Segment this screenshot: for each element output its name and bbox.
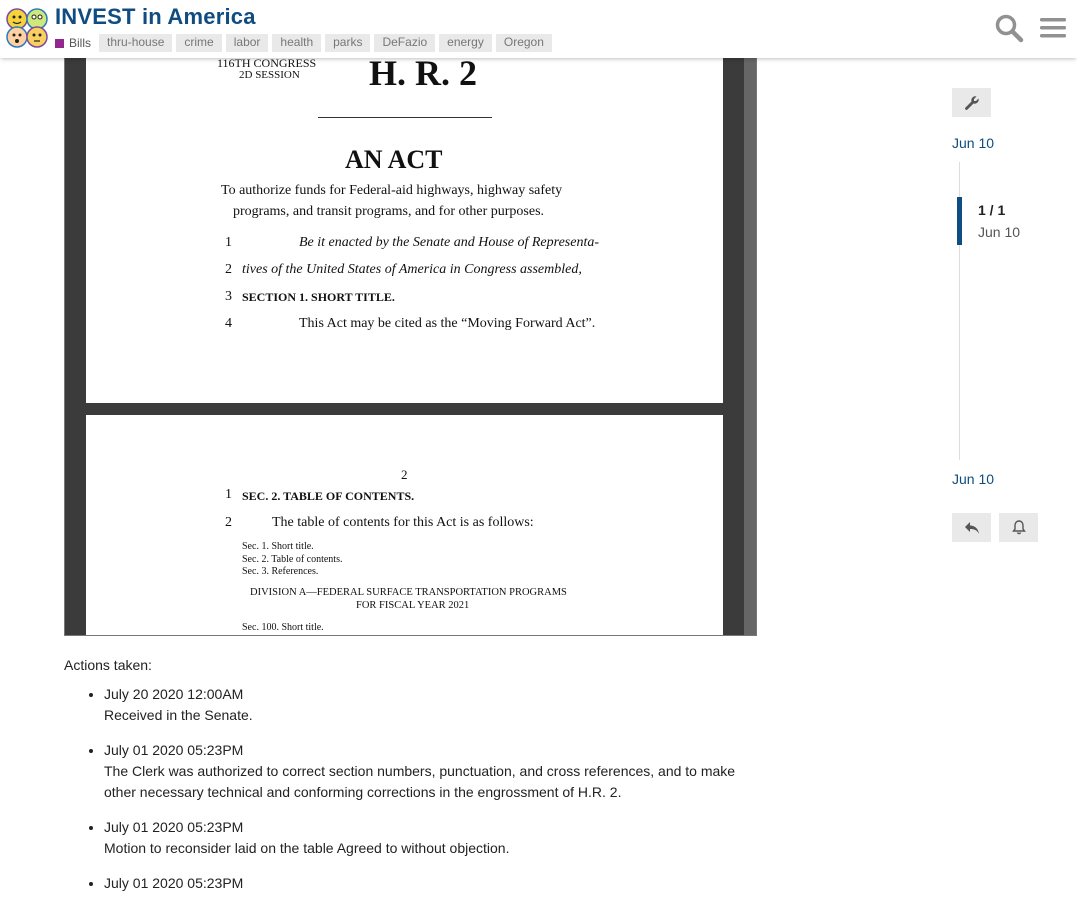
- category-color-icon: [55, 38, 64, 48]
- tag[interactable]: DeFazio: [374, 34, 436, 52]
- purpose-line: To authorize funds for Federal-aid highw…: [221, 183, 563, 198]
- timeline-position-date: Jun 10: [978, 224, 1021, 240]
- line-number: 1: [225, 487, 232, 502]
- actions-list: July 20 2020 12:00AM Received in the Sen…: [64, 684, 764, 894]
- page-number: 2: [401, 467, 408, 482]
- wrench-icon: [964, 95, 979, 110]
- line-number: 4: [225, 316, 232, 331]
- tag[interactable]: health: [272, 34, 322, 52]
- timeline-position: 1 / 1: [978, 202, 1006, 218]
- site-header: INVEST in America Bills thru-house crime…: [0, 0, 1077, 58]
- tag[interactable]: Oregon: [495, 34, 552, 52]
- topic-meta: Bills thru-house crime labor health park…: [55, 34, 556, 52]
- notifications-button[interactable]: [999, 513, 1038, 542]
- action-date: July 20 2020 12:00AM: [104, 686, 244, 702]
- list-item: July 01 2020 05:23PM Motion to reconside…: [104, 817, 764, 859]
- bill-text-line: The table of contents for this Act is as…: [272, 515, 534, 530]
- tag[interactable]: thru-house: [99, 34, 173, 52]
- bell-icon: [1011, 520, 1026, 535]
- action-text: The Clerk was authorized to correct sect…: [104, 763, 736, 800]
- bill-text-line: tives of the United States of America in…: [242, 262, 582, 277]
- timeline-end-date[interactable]: Jun 10: [952, 471, 994, 487]
- list-item: July 20 2020 12:00AM Received in the Sen…: [104, 684, 764, 726]
- list-item: July 01 2020 05:23PM: [104, 873, 764, 894]
- act-heading: AN ACT: [345, 145, 443, 174]
- division-heading: DIVISION A—FEDERAL SURFACE TRANSPORTATIO…: [250, 587, 567, 598]
- pdf-page-1: 116TH CONGRESS 2D SESSION H. R. 2 AN ACT…: [86, 58, 723, 403]
- action-date: July 01 2020 05:23PM: [104, 819, 244, 835]
- tag[interactable]: energy: [439, 34, 492, 52]
- purpose-line: programs, and transit programs, and for …: [233, 204, 545, 219]
- bill-number: H. R. 2: [369, 58, 477, 93]
- action-text: Motion to reconsider laid on the table A…: [104, 840, 510, 856]
- divider: [318, 117, 492, 118]
- toc-entry: Sec. 1. Short title.: [242, 541, 314, 552]
- pdf-scrollbar[interactable]: [744, 58, 756, 635]
- hamburger-menu-icon[interactable]: [1037, 12, 1069, 44]
- list-item: July 01 2020 05:23PM The Clerk was autho…: [104, 740, 764, 803]
- line-number: 1: [225, 235, 232, 250]
- toc-entry: Sec. 100. Short title.: [242, 622, 324, 633]
- bill-text-line: This Act may be cited as the “Moving For…: [299, 316, 596, 331]
- pdf-page-2: 2 1 SEC. 2. TABLE OF CONTENTS. 2 The tab…: [86, 415, 723, 635]
- tag[interactable]: labor: [225, 34, 269, 52]
- toc-entry: Sec. 2. Table of contents.: [242, 554, 343, 565]
- reply-icon: [964, 521, 979, 534]
- session-label: 2D SESSION: [239, 69, 300, 81]
- bill-text-line: Be it enacted by the Senate and House of…: [299, 235, 599, 250]
- tag[interactable]: crime: [176, 34, 222, 52]
- site-logo[interactable]: [6, 8, 48, 48]
- action-date: July 01 2020 05:23PM: [104, 742, 244, 758]
- division-heading: FOR FISCAL YEAR 2021: [356, 600, 470, 611]
- admin-wrench-button[interactable]: [952, 88, 991, 117]
- action-date: July 01 2020 05:23PM: [104, 875, 244, 891]
- topic-title[interactable]: INVEST in America: [55, 4, 256, 30]
- timeline-handle[interactable]: [957, 197, 962, 245]
- pdf-preview[interactable]: 116TH CONGRESS 2D SESSION H. R. 2 AN ACT…: [64, 58, 757, 636]
- line-number: 2: [225, 515, 232, 530]
- toc-entry: Sec. 3. References.: [242, 566, 319, 577]
- line-number: 3: [225, 289, 232, 304]
- line-number: 2: [225, 262, 232, 277]
- timeline-start-date[interactable]: Jun 10: [952, 135, 994, 151]
- post-body: Actions taken: July 20 2020 12:00AM Rece…: [64, 657, 764, 908]
- search-icon[interactable]: [993, 12, 1025, 44]
- bill-text-line: SECTION 1. SHORT TITLE.: [242, 290, 395, 304]
- bill-text-line: SEC. 2. TABLE OF CONTENTS.: [242, 489, 415, 503]
- tag[interactable]: parks: [325, 34, 371, 52]
- reply-button[interactable]: [952, 513, 991, 542]
- action-text: Received in the Senate.: [104, 707, 253, 723]
- actions-heading: Actions taken:: [64, 657, 152, 673]
- category-badge[interactable]: Bills: [55, 36, 91, 50]
- category-label: Bills: [69, 36, 92, 50]
